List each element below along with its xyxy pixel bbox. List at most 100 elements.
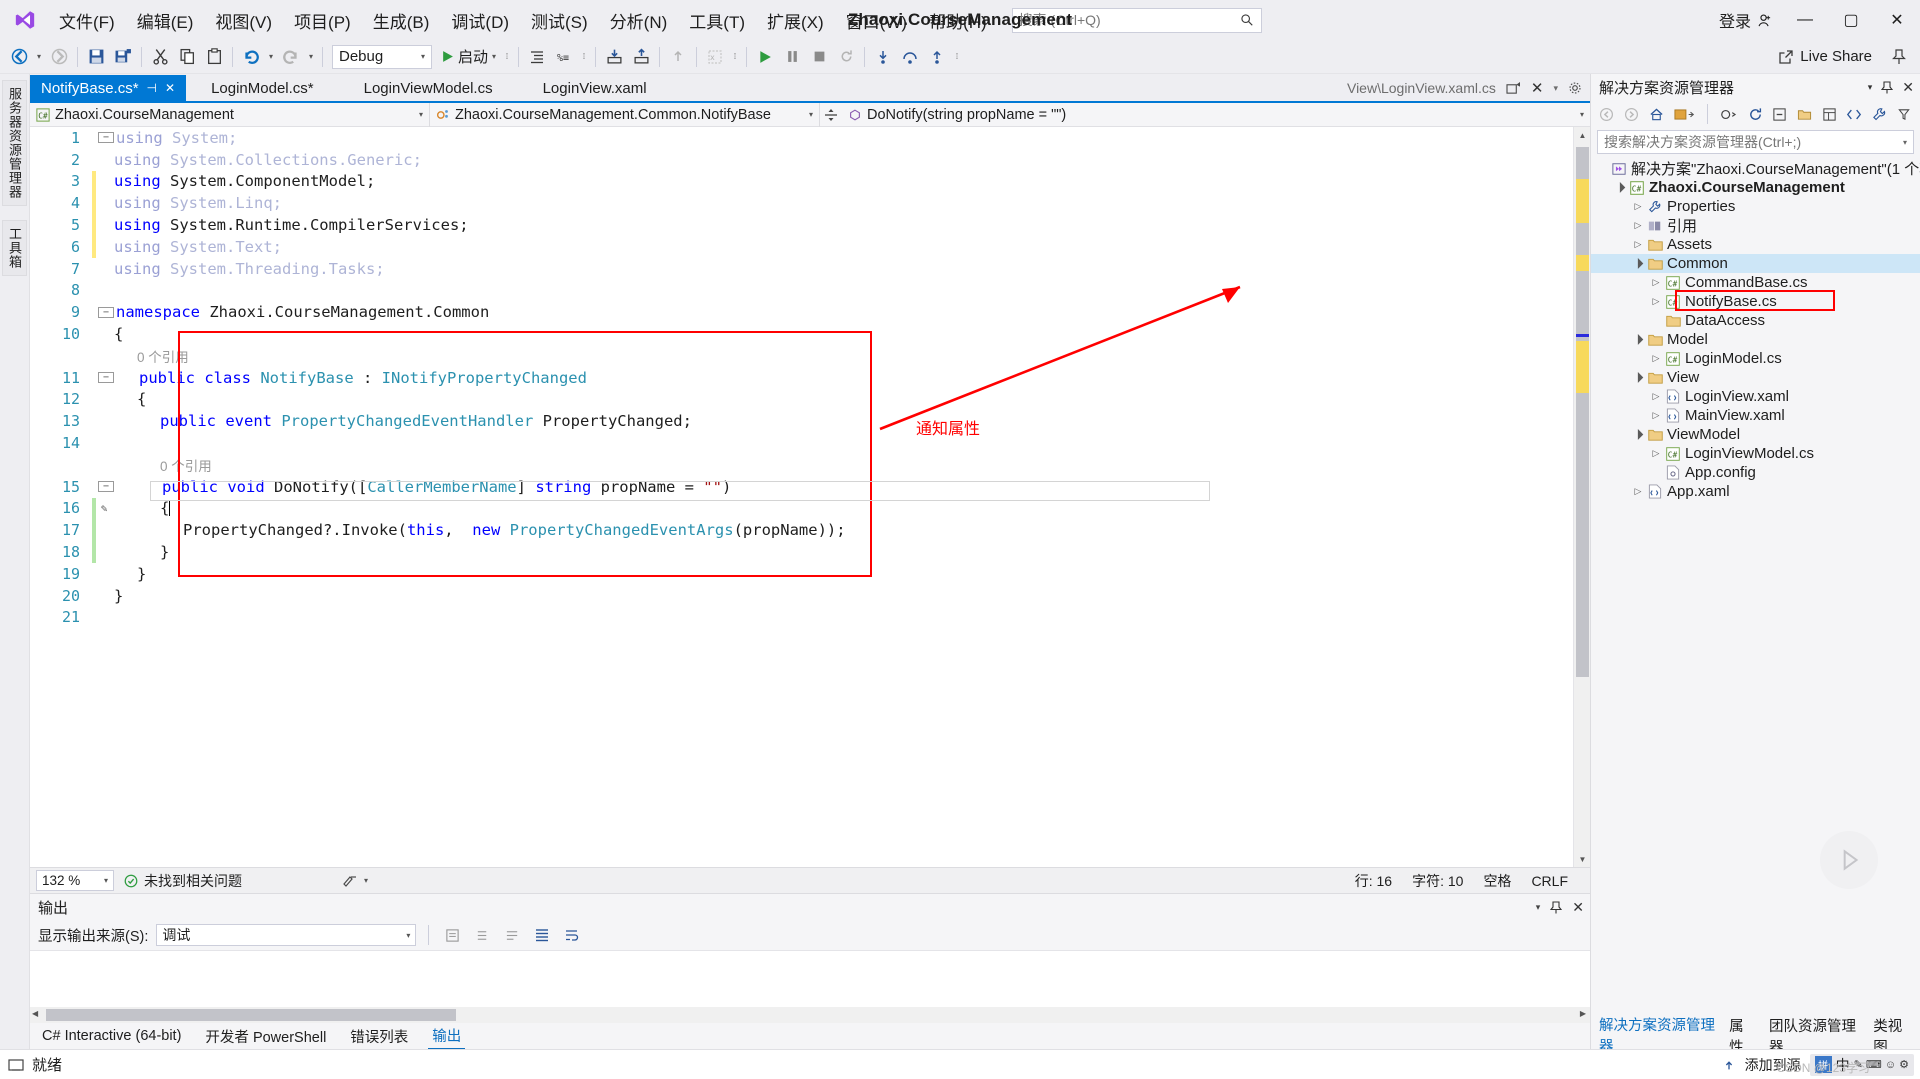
solution-tree-item[interactable]: DataAccess <box>1591 311 1920 330</box>
solution-explorer-search-input[interactable]: 搜索解决方案资源管理器(Ctrl+;) ▾ <box>1597 130 1914 154</box>
collapse-all-icon[interactable] <box>1769 103 1791 125</box>
back-icon[interactable] <box>1596 103 1618 125</box>
restart-icon[interactable] <box>833 44 859 70</box>
outlining-glyph[interactable]: ✎ <box>96 502 112 515</box>
code-line[interactable]: 1 − using System; <box>30 127 1573 149</box>
outlining-glyph[interactable]: − <box>98 132 114 144</box>
solution-tree-item[interactable]: ▷ C# LoginModel.cs <box>1591 349 1920 368</box>
navigate-backward-dropdown-icon[interactable]: ▾ <box>33 44 45 70</box>
toolbox-tab[interactable]: 工具箱 <box>2 220 27 276</box>
indent-icon[interactable] <box>524 44 550 70</box>
close-icon[interactable]: ✕ <box>165 81 175 95</box>
code-line[interactable]: 8 <box>30 280 1573 302</box>
code-line[interactable]: 2 using System.Collections.Generic; <box>30 149 1573 171</box>
scrollbar-thumb[interactable] <box>1576 147 1589 677</box>
tab-notifybase-cs[interactable]: NotifyBase.cs* ⊣ ✕ <box>30 75 187 101</box>
collapse-all-icon[interactable] <box>601 44 627 70</box>
solution-tree-item[interactable]: ▷ Assets <box>1591 235 1920 254</box>
code-line[interactable]: 13 public event PropertyChangedEventHandl… <box>30 410 1573 432</box>
code-line[interactable]: 16 ✎ { <box>30 497 1573 520</box>
outlining-glyph[interactable]: − <box>98 481 114 493</box>
toggle-wordwrap-icon[interactable] <box>501 924 523 946</box>
save-icon[interactable] <box>83 44 109 70</box>
refresh-icon[interactable] <box>1744 103 1766 125</box>
tab-loginview-xaml[interactable]: LoginView.xaml <box>518 75 672 101</box>
menu-project[interactable]: 项目(P) <box>283 4 362 37</box>
close-button[interactable]: ✕ <box>1874 0 1920 40</box>
code-line[interactable]: 11− public class NotifyBase : INotifyProp… <box>30 367 1573 389</box>
solution-tree[interactable]: 解决方案"Zhaoxi.CourseManagement"(1 个项目/共◢C#… <box>1591 158 1920 1023</box>
menu-tools[interactable]: 工具(T) <box>678 4 756 37</box>
expander-collapsed-icon[interactable]: ▷ <box>1649 448 1663 459</box>
server-explorer-tab[interactable]: 服务器资源管理器 <box>2 80 27 206</box>
pin-icon[interactable] <box>1550 900 1563 914</box>
undo-dropdown-icon[interactable]: ▾ <box>265 44 277 70</box>
solution-tree-item[interactable]: ◢ View <box>1591 368 1920 387</box>
scroll-right-icon[interactable]: ▶ <box>1580 1009 1586 1018</box>
code-line[interactable]: 19} <box>30 563 1573 585</box>
expander-collapsed-icon[interactable]: ▷ <box>1649 410 1663 421</box>
solution-tree-item[interactable]: ◢ C# Zhaoxi.CourseManagement <box>1591 178 1920 197</box>
menu-extensions[interactable]: 扩展(X) <box>756 4 835 37</box>
close-icon[interactable]: ✕ <box>1531 79 1544 97</box>
paste-icon[interactable] <box>201 44 227 70</box>
chevron-down-icon[interactable]: ▾ <box>1868 82 1873 93</box>
sign-in-button[interactable]: 登录 <box>1709 8 1782 32</box>
step-over-icon[interactable] <box>897 44 923 70</box>
gear-icon[interactable] <box>1568 81 1582 95</box>
expander-collapsed-icon[interactable]: ▷ <box>1631 201 1645 212</box>
show-all-files-icon[interactable] <box>1794 103 1816 125</box>
expand-all-icon[interactable] <box>628 44 654 70</box>
step-into-icon[interactable] <box>870 44 896 70</box>
redo-icon[interactable] <box>278 44 304 70</box>
wrench-icon[interactable] <box>1868 103 1890 125</box>
menu-view[interactable]: 视图(V) <box>204 4 283 37</box>
solution-tree-item[interactable]: ▷ App.xaml <box>1591 482 1920 501</box>
menu-file[interactable]: 文件(F) <box>48 4 126 37</box>
editor-options-icon[interactable]: ▾ <box>332 874 378 888</box>
type-dropdown[interactable]: Zhaoxi.CourseManagement.Common.NotifyBas… <box>430 102 820 127</box>
expander-collapsed-icon[interactable]: ▷ <box>1649 353 1663 364</box>
menu-analyze[interactable]: 分析(N) <box>599 4 679 37</box>
comment-icon[interactable]: %≡ <box>551 44 577 70</box>
solution-tree-item[interactable]: ▷ C# LoginViewModel.cs <box>1591 444 1920 463</box>
show-output-window-icon[interactable] <box>531 924 553 946</box>
code-line[interactable]: 6 using System.Text; <box>30 235 1573 258</box>
output-text-area[interactable]: ◀ ▶ <box>30 950 1590 1023</box>
indentation-indicator[interactable]: 空格 <box>1473 871 1521 891</box>
solution-tree-item[interactable]: ▷ 引用 <box>1591 216 1920 235</box>
solution-tree-item[interactable]: ◢ Model <box>1591 330 1920 349</box>
code-line[interactable]: 10 { <box>30 323 1573 345</box>
tab-error-list[interactable]: 错误列表 <box>346 1024 412 1049</box>
overflow-icon[interactable]: ⁞ <box>578 44 590 70</box>
code-line[interactable]: 17 PropertyChanged?.Invoke(this, new Prop… <box>30 519 1573 542</box>
expander-collapsed-icon[interactable]: ▷ <box>1649 391 1663 402</box>
overflow-icon[interactable]: ⁞ <box>501 44 513 70</box>
menu-edit[interactable]: 编辑(E) <box>126 4 205 37</box>
stop-icon[interactable] <box>806 44 832 70</box>
expander-collapsed-icon[interactable]: ▷ <box>1649 277 1663 288</box>
code-line[interactable]: 9 − namespace Zhaoxi.CourseManagement.Comm… <box>30 301 1573 323</box>
pin-icon[interactable] <box>1881 80 1894 94</box>
code-line[interactable]: 14 <box>30 432 1573 454</box>
wrap-lines-icon[interactable] <box>561 924 583 946</box>
code-lines[interactable]: 1− using System; 2 using System.Collections… <box>30 127 1573 628</box>
code-line[interactable]: 20} <box>30 585 1573 607</box>
solution-tree-item[interactable]: ▷ C# CommandBase.cs <box>1591 273 1920 292</box>
continue-icon[interactable] <box>752 44 778 70</box>
save-all-icon[interactable] <box>110 44 136 70</box>
preview-document-label[interactable]: View\LoginView.xaml.cs <box>1347 80 1496 96</box>
code-line[interactable]: 12 { <box>30 389 1573 411</box>
navigate-backward-icon[interactable] <box>6 44 32 70</box>
code-line[interactable]: 7 using System.Threading.Tasks; <box>30 258 1573 280</box>
tab-developer-powershell[interactable]: 开发者 PowerShell <box>201 1024 330 1049</box>
breakpoints-icon[interactable]: x <box>702 44 728 70</box>
chevron-down-icon[interactable]: ▾ <box>1536 902 1541 913</box>
solution-tree-item[interactable]: 解决方案"Zhaoxi.CourseManagement"(1 个项目/共 <box>1591 159 1920 178</box>
expander-collapsed-icon[interactable]: ▷ <box>1631 486 1645 497</box>
chevron-down-icon[interactable]: ▾ <box>1553 83 1558 94</box>
menu-build[interactable]: 生成(B) <box>362 4 441 37</box>
code-line[interactable]: 18} <box>30 541 1573 563</box>
source-control-icon[interactable] <box>1722 1058 1736 1072</box>
pin-icon[interactable]: ⊣ <box>147 81 157 95</box>
